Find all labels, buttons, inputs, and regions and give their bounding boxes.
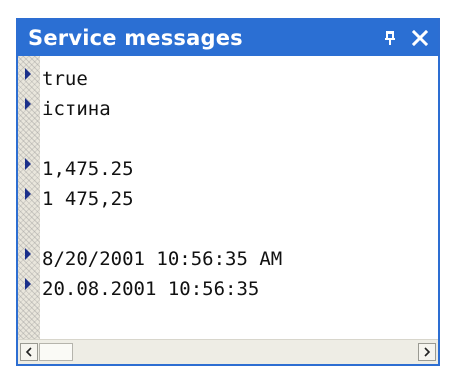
scroll-thumb[interactable] bbox=[39, 343, 73, 361]
message-arrow-icon bbox=[25, 278, 31, 290]
horizontal-scrollbar[interactable] bbox=[18, 339, 438, 364]
message-line: true bbox=[18, 64, 438, 94]
message-text: 1 475,25 bbox=[42, 188, 134, 210]
panel-titlebar[interactable]: Service messages bbox=[18, 20, 438, 56]
pin-icon bbox=[385, 31, 395, 45]
pin-button[interactable] bbox=[378, 26, 402, 50]
message-text: істина bbox=[42, 98, 111, 120]
message-arrow-icon bbox=[25, 98, 31, 110]
message-arrow-icon bbox=[25, 188, 31, 200]
message-arrow-icon bbox=[25, 68, 31, 80]
message-text: 20.08.2001 10:56:35 bbox=[42, 278, 260, 300]
message-list: true істина 1,475.25 1 475,25 8/20/2001 10:5… bbox=[18, 64, 438, 304]
message-text: 1,475.25 bbox=[42, 158, 134, 180]
arrow-left-icon bbox=[25, 347, 32, 357]
message-line: 1,475.25 bbox=[18, 154, 438, 184]
panel-title: Service messages bbox=[28, 26, 243, 50]
scroll-right-button[interactable] bbox=[418, 343, 436, 361]
message-line: 8/20/2001 10:56:35 AM bbox=[18, 244, 438, 274]
message-line: істина bbox=[18, 94, 438, 124]
message-line: 20.08.2001 10:56:35 bbox=[18, 274, 438, 304]
message-text: true bbox=[42, 68, 88, 90]
close-icon bbox=[412, 30, 428, 46]
arrow-right-icon bbox=[424, 347, 431, 357]
message-arrow-icon bbox=[25, 158, 31, 170]
service-messages-panel: Service messages true істина 1,475.25 1 475… bbox=[16, 18, 440, 366]
message-line: 1 475,25 bbox=[18, 184, 438, 214]
close-button[interactable] bbox=[408, 26, 432, 50]
messages-area[interactable]: true істина 1,475.25 1 475,25 8/20/2001 10:5… bbox=[18, 56, 438, 340]
message-arrow-icon bbox=[25, 248, 31, 260]
scroll-left-button[interactable] bbox=[20, 343, 38, 361]
message-text: 8/20/2001 10:56:35 AM bbox=[42, 248, 283, 270]
